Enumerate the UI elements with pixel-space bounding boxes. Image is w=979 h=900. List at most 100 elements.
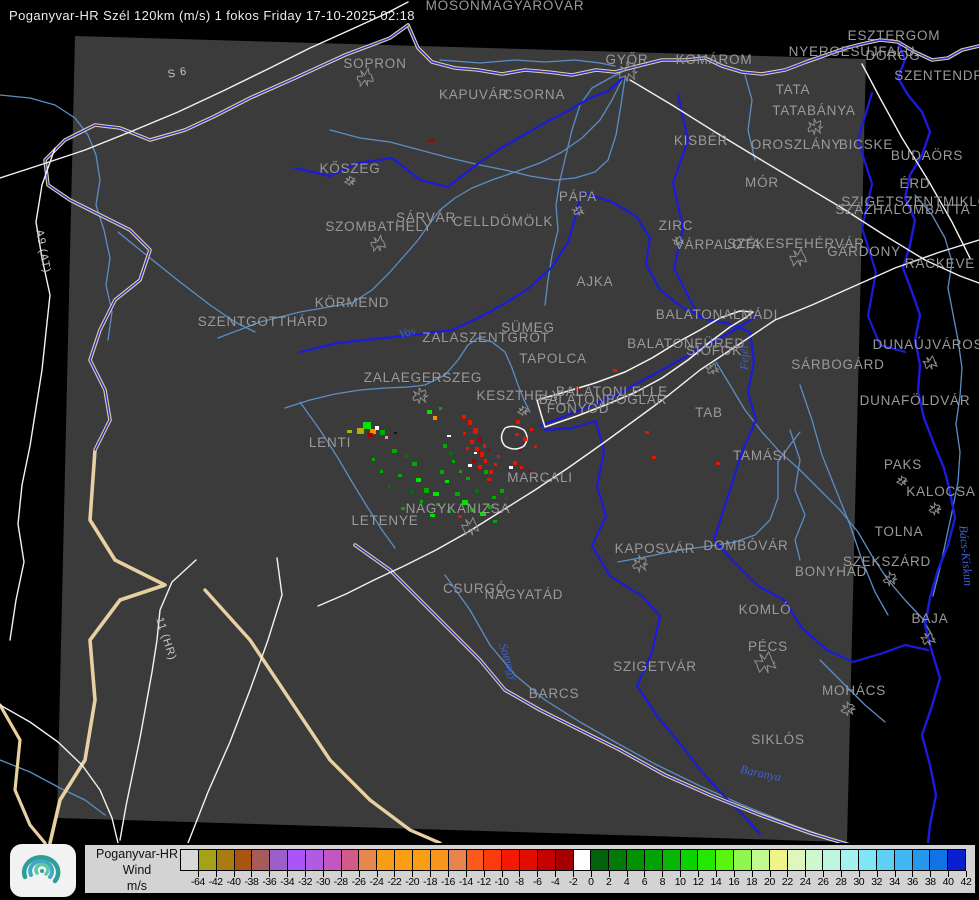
legend-swatch (947, 849, 966, 871)
wind-echo (470, 440, 474, 444)
wind-echo (530, 428, 533, 431)
legend-tick-label: -32 (298, 876, 312, 888)
city-label: SIKLÓS (751, 732, 805, 747)
radar-viewer[interactable]: MOSONMAGYARÓVÁRSOPRONKAPUVÁRCSORNAGYŐRKO… (0, 0, 979, 900)
wind-echo (380, 430, 385, 435)
city-label: SIÓFOK (686, 343, 742, 358)
wind-echo (494, 463, 497, 466)
legend-tick-label: -24 (370, 876, 384, 888)
legend-swatch (876, 849, 894, 871)
city-label: SZENTENDRE (894, 68, 979, 83)
wind-echo (455, 492, 460, 496)
legend-tick-label: 14 (710, 876, 721, 888)
legend-tick-label: -22 (387, 876, 401, 888)
wind-echo (463, 432, 466, 435)
city-label: SÁRBOGÁRD (791, 357, 884, 372)
legend-swatch (180, 849, 198, 871)
wind-echo (645, 431, 649, 434)
city-label: SZÁZHALOMBATTA (835, 202, 970, 217)
city-label: BUDAÖRS (891, 148, 963, 163)
swirl-icon (10, 844, 76, 897)
app-logo-icon[interactable] (10, 844, 76, 897)
legend-swatch (680, 849, 698, 871)
radar-map-canvas[interactable]: MOSONMAGYARÓVÁRSOPRONKAPUVÁRCSORNAGYŐRKO… (0, 0, 979, 900)
wind-echo (447, 435, 451, 437)
wind-echo (466, 477, 470, 480)
city-label: ZALAEGERSZEG (364, 370, 482, 385)
wind-echo (484, 459, 487, 463)
legend-product: Poganyvar-HR (91, 847, 183, 863)
wind-echo (474, 452, 477, 454)
city-label: MARCALI (507, 470, 573, 485)
wind-echo (716, 462, 720, 465)
city-label: DUNAFÖLDVÁR (860, 393, 971, 408)
legend-title: Poganyvar-HR Wind m/s (91, 847, 183, 894)
legend-tick-label: -16 (441, 876, 455, 888)
city-label: SOPRON (343, 56, 406, 71)
legend-swatch (448, 849, 466, 871)
city-label: LENTI (309, 435, 351, 450)
city-label: TOLNA (875, 524, 924, 539)
legend-swatch (519, 849, 537, 871)
legend-swatch (394, 849, 412, 871)
county-label: Fejér (737, 344, 751, 371)
legend-tick-label: 8 (660, 876, 665, 888)
legend-tick-label: -64 (191, 876, 205, 888)
wind-echo (385, 436, 388, 439)
legend-swatch (644, 849, 662, 871)
legend-swatch (805, 849, 823, 871)
wind-echo (468, 420, 472, 425)
wind-echo (433, 416, 437, 420)
wind-echo (493, 520, 497, 523)
legend-tick-label: 32 (871, 876, 882, 888)
legend-tick-label: -36 (262, 876, 276, 888)
legend-swatch (626, 849, 644, 871)
city-label: KAPUVÁR (439, 87, 509, 102)
legend-tick-label: -6 (533, 876, 542, 888)
city-label: BONYHÁD (795, 564, 867, 579)
city-label: LETENYE (351, 513, 418, 528)
city-label: MOSONMAGYARÓVÁR (426, 0, 585, 13)
wind-echo (439, 407, 442, 410)
city-label: KOMLÓ (739, 602, 792, 617)
legend-swatch (287, 849, 305, 871)
city-label: TATABÁNYA (772, 103, 855, 118)
legend-swatch (929, 849, 947, 871)
wind-echo (492, 496, 496, 499)
legend-swatch (733, 849, 751, 871)
wind-echo (613, 369, 617, 372)
legend-tick-label: 0 (588, 876, 593, 888)
wind-echo (459, 470, 462, 473)
legend-swatch (501, 849, 519, 871)
legend-tick-label: 16 (728, 876, 739, 888)
wind-echo (412, 462, 417, 466)
legend-tick-label: -38 (244, 876, 258, 888)
legend-swatch (412, 849, 430, 871)
legend-tick-label: 36 (907, 876, 918, 888)
legend-swatch (305, 849, 323, 871)
wind-echo (372, 458, 375, 461)
wind-echo (466, 447, 469, 450)
legend-swatch (483, 849, 501, 871)
wind-echo (515, 433, 519, 436)
city-label: SZENTGOTTHÁRD (198, 314, 328, 329)
legend-swatch (715, 849, 733, 871)
wind-echo (480, 452, 484, 457)
legend-panel: Poganyvar-HR Wind m/s -64-42-40-38-36-34… (83, 843, 977, 895)
city-label: BALATONALMÁDI (656, 307, 778, 322)
legend-swatch (555, 849, 573, 871)
wind-echo (405, 455, 409, 458)
city-label: ZIRC (659, 218, 694, 233)
city-label: AJKA (577, 274, 614, 289)
city-label: PAKS (884, 457, 922, 472)
radar-coverage-area (57, 36, 866, 842)
city-label: KALOCSA (906, 484, 975, 499)
legend-tick-label: 6 (642, 876, 647, 888)
wind-echo (440, 470, 444, 474)
wind-echo (380, 470, 383, 473)
wind-echo (519, 449, 522, 452)
legend-tick-label: 30 (853, 876, 864, 888)
city-label: DOROG (865, 48, 920, 63)
legend-tick-label: 18 (746, 876, 757, 888)
wind-echo (500, 489, 504, 493)
